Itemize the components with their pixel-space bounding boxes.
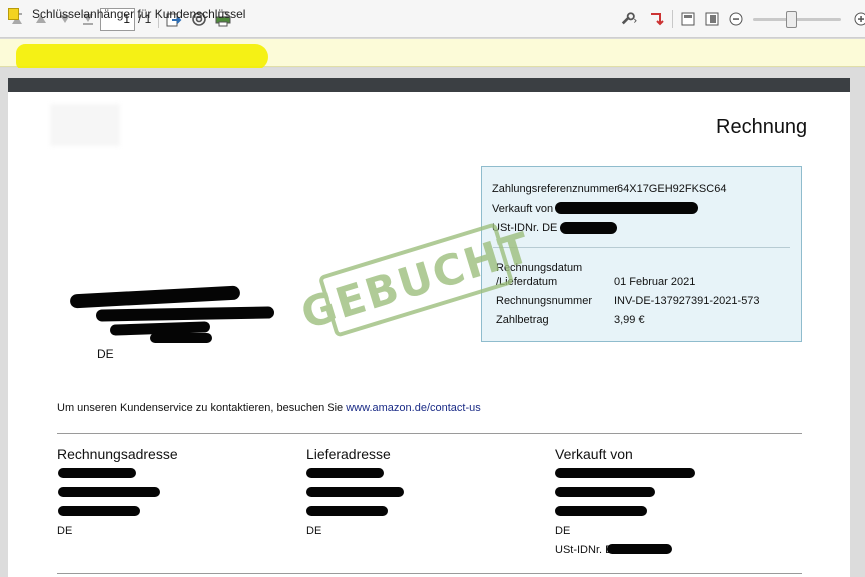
zoom-in-icon[interactable] — [853, 11, 865, 27]
redaction-mark — [555, 487, 655, 497]
shipping-country: DE — [306, 525, 322, 537]
seller-heading: Verkauft von — [555, 446, 633, 462]
shipping-address-heading: Lieferadresse — [306, 446, 391, 462]
redaction-mark — [560, 222, 617, 234]
redaction-mark — [58, 487, 160, 497]
customer-service-line: Um unseren Kundenservice zu kontaktieren… — [57, 402, 481, 414]
customer-service-link[interactable]: www.amazon.de/contact-us — [346, 402, 481, 414]
redaction-mark — [150, 333, 212, 343]
zoom-out-icon[interactable] — [728, 11, 744, 27]
sticky-note-icon[interactable] — [8, 8, 19, 20]
yellow-highlight-marker — [16, 44, 268, 70]
customer-country: DE — [97, 347, 114, 361]
sold-by-label: Verkauft von — [492, 203, 554, 215]
section-divider — [57, 573, 802, 574]
toolbar-separator — [672, 10, 673, 28]
document-header-bar — [8, 78, 850, 92]
zoom-slider-track[interactable] — [753, 18, 841, 21]
invoice-number-value: INV-DE-137927391-2021-573 — [614, 295, 760, 307]
seller-country: DE — [555, 525, 571, 537]
zoom-slider-thumb[interactable] — [786, 11, 797, 28]
company-logo-placeholder — [50, 104, 120, 146]
redaction-mark — [58, 506, 140, 516]
redaction-mark — [607, 544, 672, 554]
payment-reference-value: 64X17GEH92FKSC64 — [617, 183, 727, 195]
payment-reference-label: Zahlungsreferenznummer — [492, 183, 618, 195]
redaction-mark — [306, 468, 384, 478]
redaction-mark — [306, 506, 388, 516]
section-divider — [57, 433, 802, 434]
redaction-mark — [555, 468, 695, 478]
annotation-text[interactable]: Schlüsselanhänger für Kundenschlüssel — [32, 7, 245, 21]
customer-service-text: Um unseren Kundenservice zu kontaktieren… — [57, 402, 344, 414]
redaction-mark — [555, 506, 647, 516]
fit-page-icon[interactable] — [680, 11, 696, 27]
tools-wrench-icon[interactable] — [621, 11, 637, 27]
redaction-mark — [555, 202, 698, 214]
rotate-page-icon[interactable] — [648, 11, 664, 27]
redaction-mark — [306, 487, 404, 497]
fit-width-icon[interactable] — [704, 11, 720, 27]
invoice-number-label: Rechnungsnummer — [496, 295, 592, 307]
invoice-title: Rechnung — [716, 116, 808, 138]
amount-label: Zahlbetrag — [496, 314, 549, 326]
amount-value: 3,99 € — [614, 314, 645, 326]
billing-country: DE — [57, 525, 73, 537]
invoice-date-value: 01 Februar 2021 — [614, 276, 696, 288]
info-box-divider — [493, 247, 790, 248]
billing-address-heading: Rechnungsadresse — [57, 446, 178, 462]
redaction-mark — [58, 468, 136, 478]
